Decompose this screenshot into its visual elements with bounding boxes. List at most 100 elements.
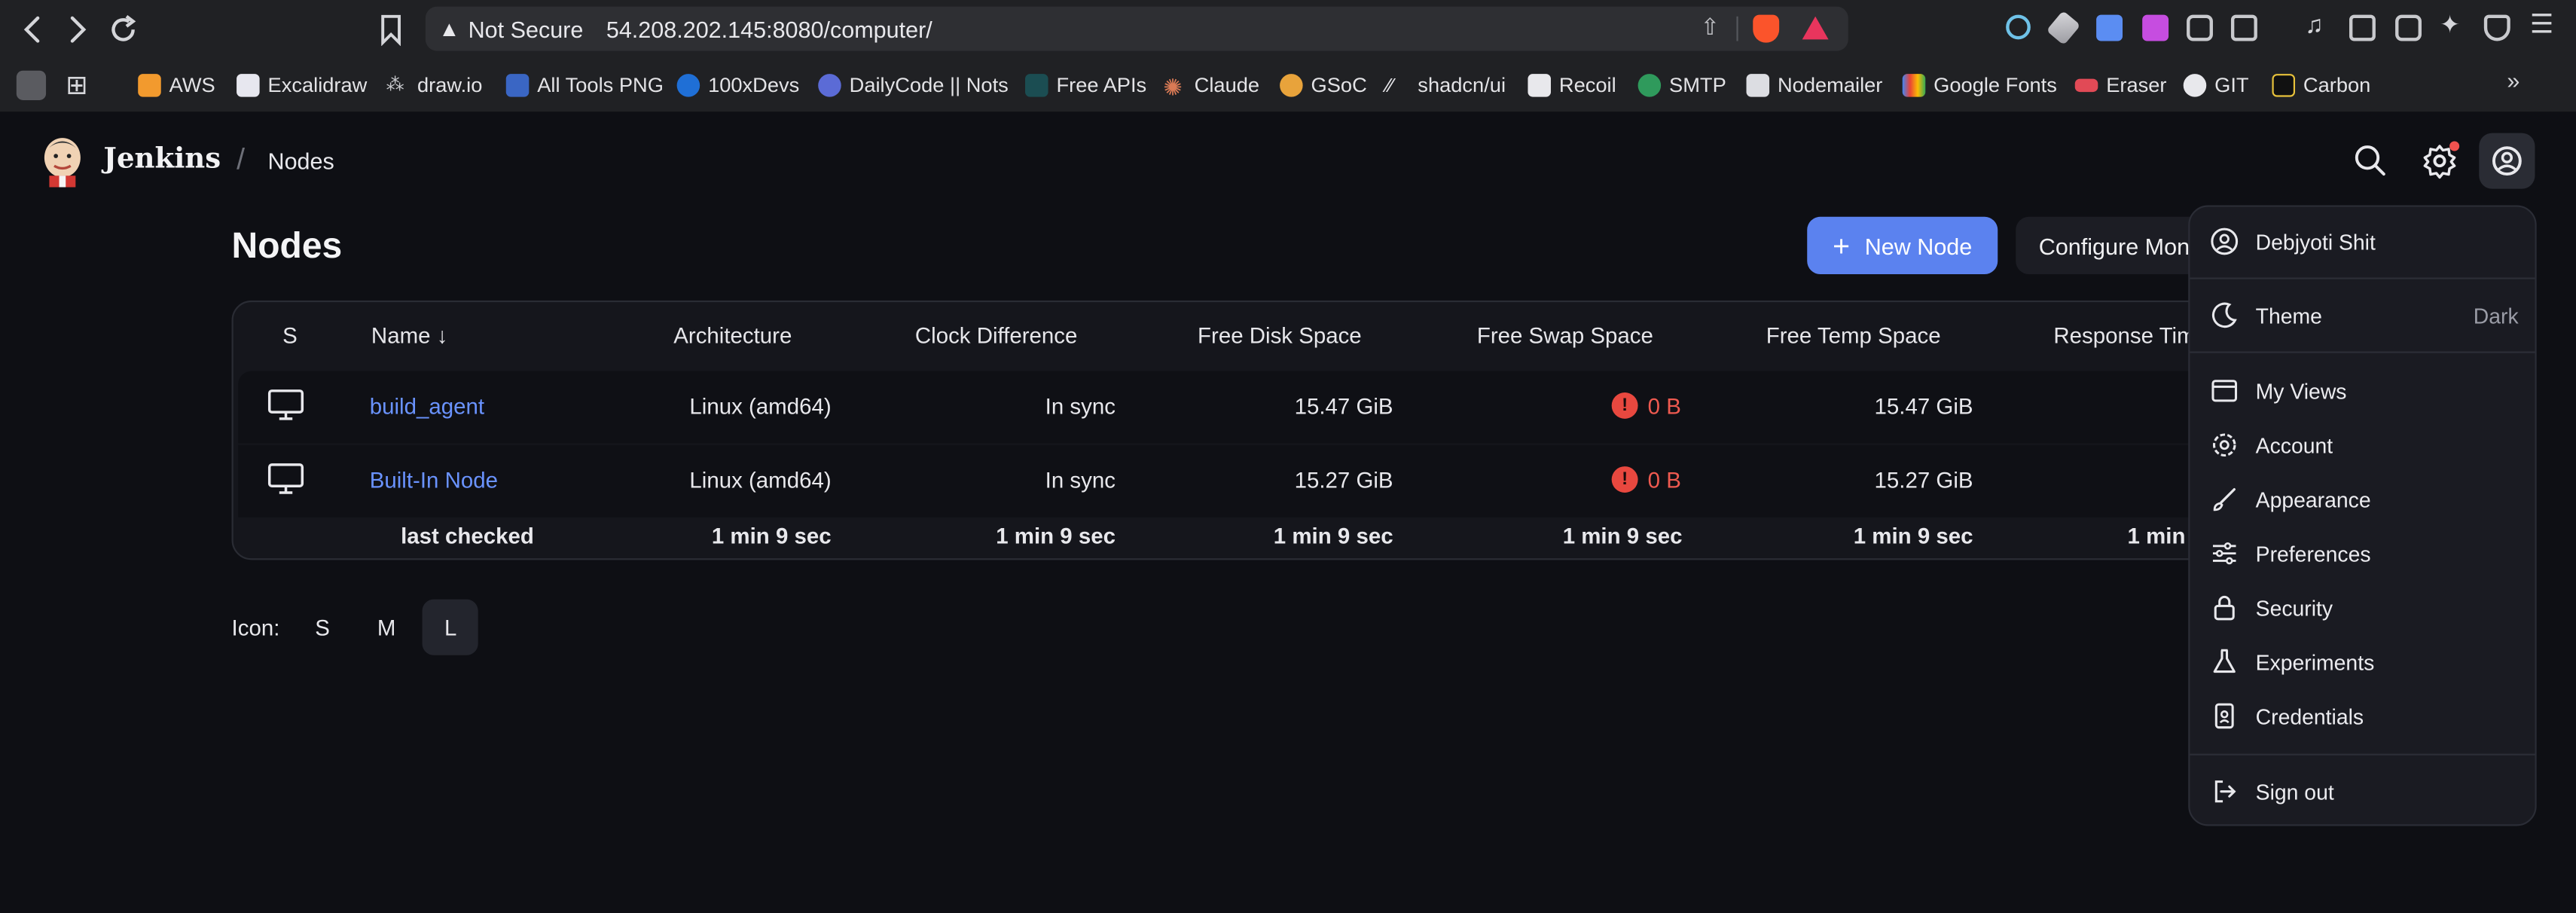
menu-divider — [2190, 753, 2535, 756]
carbon-icon — [2272, 73, 2296, 96]
brave-shields-icon[interactable] — [1753, 14, 1780, 43]
disk-cell[interactable]: 15.47 GiB — [1207, 394, 1393, 419]
share-icon[interactable]: ⇧ — [1700, 13, 1720, 41]
bookmark-carbon[interactable]: Carbon — [2272, 71, 2370, 99]
menu-icon[interactable]: ☰ — [2530, 8, 2556, 39]
bookmark-free-apis[interactable]: Free APIs — [1025, 71, 1146, 99]
color-picker-icon[interactable] — [2046, 10, 2081, 46]
brave-rewards-icon[interactable] — [1802, 16, 1829, 40]
brush-icon — [2213, 487, 2236, 511]
app-header — [0, 111, 2576, 210]
urlbar-divider — [1736, 16, 1738, 41]
back-icon[interactable] — [15, 11, 51, 47]
clock-cell: In sync — [1045, 468, 1116, 493]
react-devtools-icon[interactable] — [2006, 14, 2031, 40]
jenkins-logo-icon[interactable] — [39, 135, 85, 188]
sidebar-toggle-icon[interactable] — [2349, 14, 2376, 41]
icon-size-medium[interactable]: M — [359, 600, 414, 655]
menu-item-credentials[interactable]: Credentials — [2210, 696, 2519, 735]
column-header-free-swap-space[interactable]: Free Swap Space — [1477, 323, 1653, 348]
menu-item-theme[interactable]: Theme Dark — [2210, 295, 2519, 334]
column-header-name[interactable]: Name ↓ — [371, 323, 447, 348]
temp-cell[interactable]: 15.47 GiB — [1783, 394, 1973, 419]
search-icon[interactable] — [2349, 139, 2392, 182]
wallet-icon[interactable] — [2395, 14, 2422, 41]
node-link-built-in-node[interactable]: Built-In Node — [370, 468, 498, 493]
bookmark-google-fonts[interactable]: Google Fonts — [1902, 71, 2057, 99]
menu-item-account[interactable]: Account — [2210, 426, 2519, 465]
icon-size-small[interactable]: S — [295, 600, 350, 655]
new-node-button[interactable]: + New Node — [1807, 216, 1998, 275]
dailycode-icon — [818, 73, 841, 96]
icon-size-large[interactable]: L — [423, 599, 479, 655]
bookmark-eraser[interactable]: Eraser — [2074, 71, 2167, 99]
configure-monitors-button[interactable]: Configure Monitors — [2016, 216, 2213, 275]
menu-item-user[interactable]: Debjyoti Shit — [2210, 221, 2519, 261]
column-header-free-disk-space[interactable]: Free Disk Space — [1198, 323, 1362, 348]
disk-cell[interactable]: 15.27 GiB — [1207, 468, 1393, 493]
extensions-puzzle-icon[interactable] — [2187, 14, 2213, 41]
sign-out-icon — [2214, 780, 2236, 803]
breadcrumb-nodes[interactable]: Nodes — [268, 148, 334, 174]
window-icon — [2211, 380, 2238, 402]
bookmark-excalidraw[interactable]: Excalidraw — [237, 71, 367, 99]
browser-toolbar: ▲ Not Secure 54.208.202.145:8080/compute… — [0, 0, 2576, 57]
warning-icon: ▲ — [438, 16, 460, 41]
computer-icon — [267, 463, 304, 494]
bookmark-aws[interactable]: AWS — [138, 71, 215, 99]
apps-grid-icon[interactable]: ⊞ — [66, 71, 87, 99]
temp-cell[interactable]: 15.27 GiB — [1783, 468, 1973, 493]
swap-cell[interactable]: 0 B — [1648, 394, 1681, 419]
bookmark-nodemailer[interactable]: Nodemailer — [1746, 71, 1882, 99]
last-checked-value: 1 min 9 sec — [711, 524, 832, 549]
bookmark-drawio[interactable]: ⁂ draw.io — [386, 71, 483, 99]
bookmark-shadcn[interactable]: ⁄⁄ shadcn/ui — [1387, 71, 1506, 99]
vpn-shield-icon[interactable] — [2483, 14, 2510, 41]
bookmark-recoil[interactable]: Recoil — [1528, 71, 1616, 99]
menu-item-sign-out[interactable]: Sign out — [2210, 772, 2519, 811]
column-header-architecture[interactable]: Architecture — [673, 323, 792, 348]
computer-icon — [267, 389, 304, 420]
url-text[interactable]: 54.208.202.145:8080/computer/ — [606, 17, 932, 43]
menu-divider — [2190, 351, 2535, 353]
bookmark-all-tools-png[interactable]: All Tools PNG — [505, 71, 664, 99]
notification-dot — [2449, 141, 2460, 151]
menu-item-security[interactable]: Security — [2210, 588, 2519, 627]
extension-blue-icon[interactable] — [2096, 14, 2123, 41]
bookmark-apps-icon[interactable] — [16, 69, 47, 99]
bookmark-dailycode[interactable]: DailyCode || Nots — [818, 71, 1009, 99]
column-header-status[interactable]: S — [282, 323, 298, 348]
column-header-free-temp-space[interactable]: Free Temp Space — [1766, 323, 1941, 348]
menu-item-my-views[interactable]: My Views — [2210, 371, 2519, 411]
column-header-response-time[interactable]: Response Time — [2053, 323, 2208, 348]
column-header-clock-difference[interactable]: Clock Difference — [915, 323, 1077, 348]
smtp-icon — [1637, 73, 1662, 96]
reload-icon[interactable] — [105, 11, 142, 47]
error-icon: ! — [1611, 392, 1638, 419]
music-icon[interactable]: ♫ — [2305, 11, 2331, 39]
menu-item-appearance[interactable]: Appearance — [2210, 480, 2519, 519]
bookmark-100xdevs[interactable]: 100xDevs — [676, 71, 799, 99]
node-link-build-agent[interactable]: build_agent — [370, 394, 484, 419]
bookmark-smtp[interactable]: SMTP — [1637, 71, 1726, 99]
more-bookmarks-icon[interactable]: » — [2507, 67, 2520, 93]
last-checked-value: 1 min 9 sec — [1273, 524, 1393, 549]
bookmark-gsoc[interactable]: GSoC — [1280, 71, 1367, 99]
swap-cell[interactable]: 0 B — [1648, 468, 1681, 493]
leo-ai-icon[interactable]: ✦ — [2440, 10, 2466, 39]
reader-icon[interactable] — [2230, 14, 2257, 41]
new-node-label: New Node — [1864, 232, 1973, 259]
user-account-button[interactable] — [2479, 133, 2535, 189]
bookmark-page-icon[interactable] — [376, 13, 405, 47]
nodes-table: S Name ↓ Architecture Clock Difference F… — [231, 300, 2236, 560]
bookmark-claude[interactable]: ✺ Claude — [1163, 71, 1259, 99]
menu-item-preferences[interactable]: Preferences — [2210, 533, 2519, 573]
browser-chrome: ▲ Not Secure 54.208.202.145:8080/compute… — [0, 0, 2576, 112]
forward-icon[interactable] — [60, 11, 96, 47]
not-secure-label[interactable]: Not Secure — [469, 17, 584, 43]
bookmark-git[interactable]: GIT — [2183, 71, 2249, 99]
address-bar[interactable]: ▲ Not Secure 54.208.202.145:8080/compute… — [425, 6, 1848, 51]
app-title[interactable]: Jenkins — [103, 143, 221, 176]
menu-item-experiments[interactable]: Experiments — [2210, 642, 2519, 681]
extension-purple-icon[interactable] — [2142, 14, 2169, 41]
